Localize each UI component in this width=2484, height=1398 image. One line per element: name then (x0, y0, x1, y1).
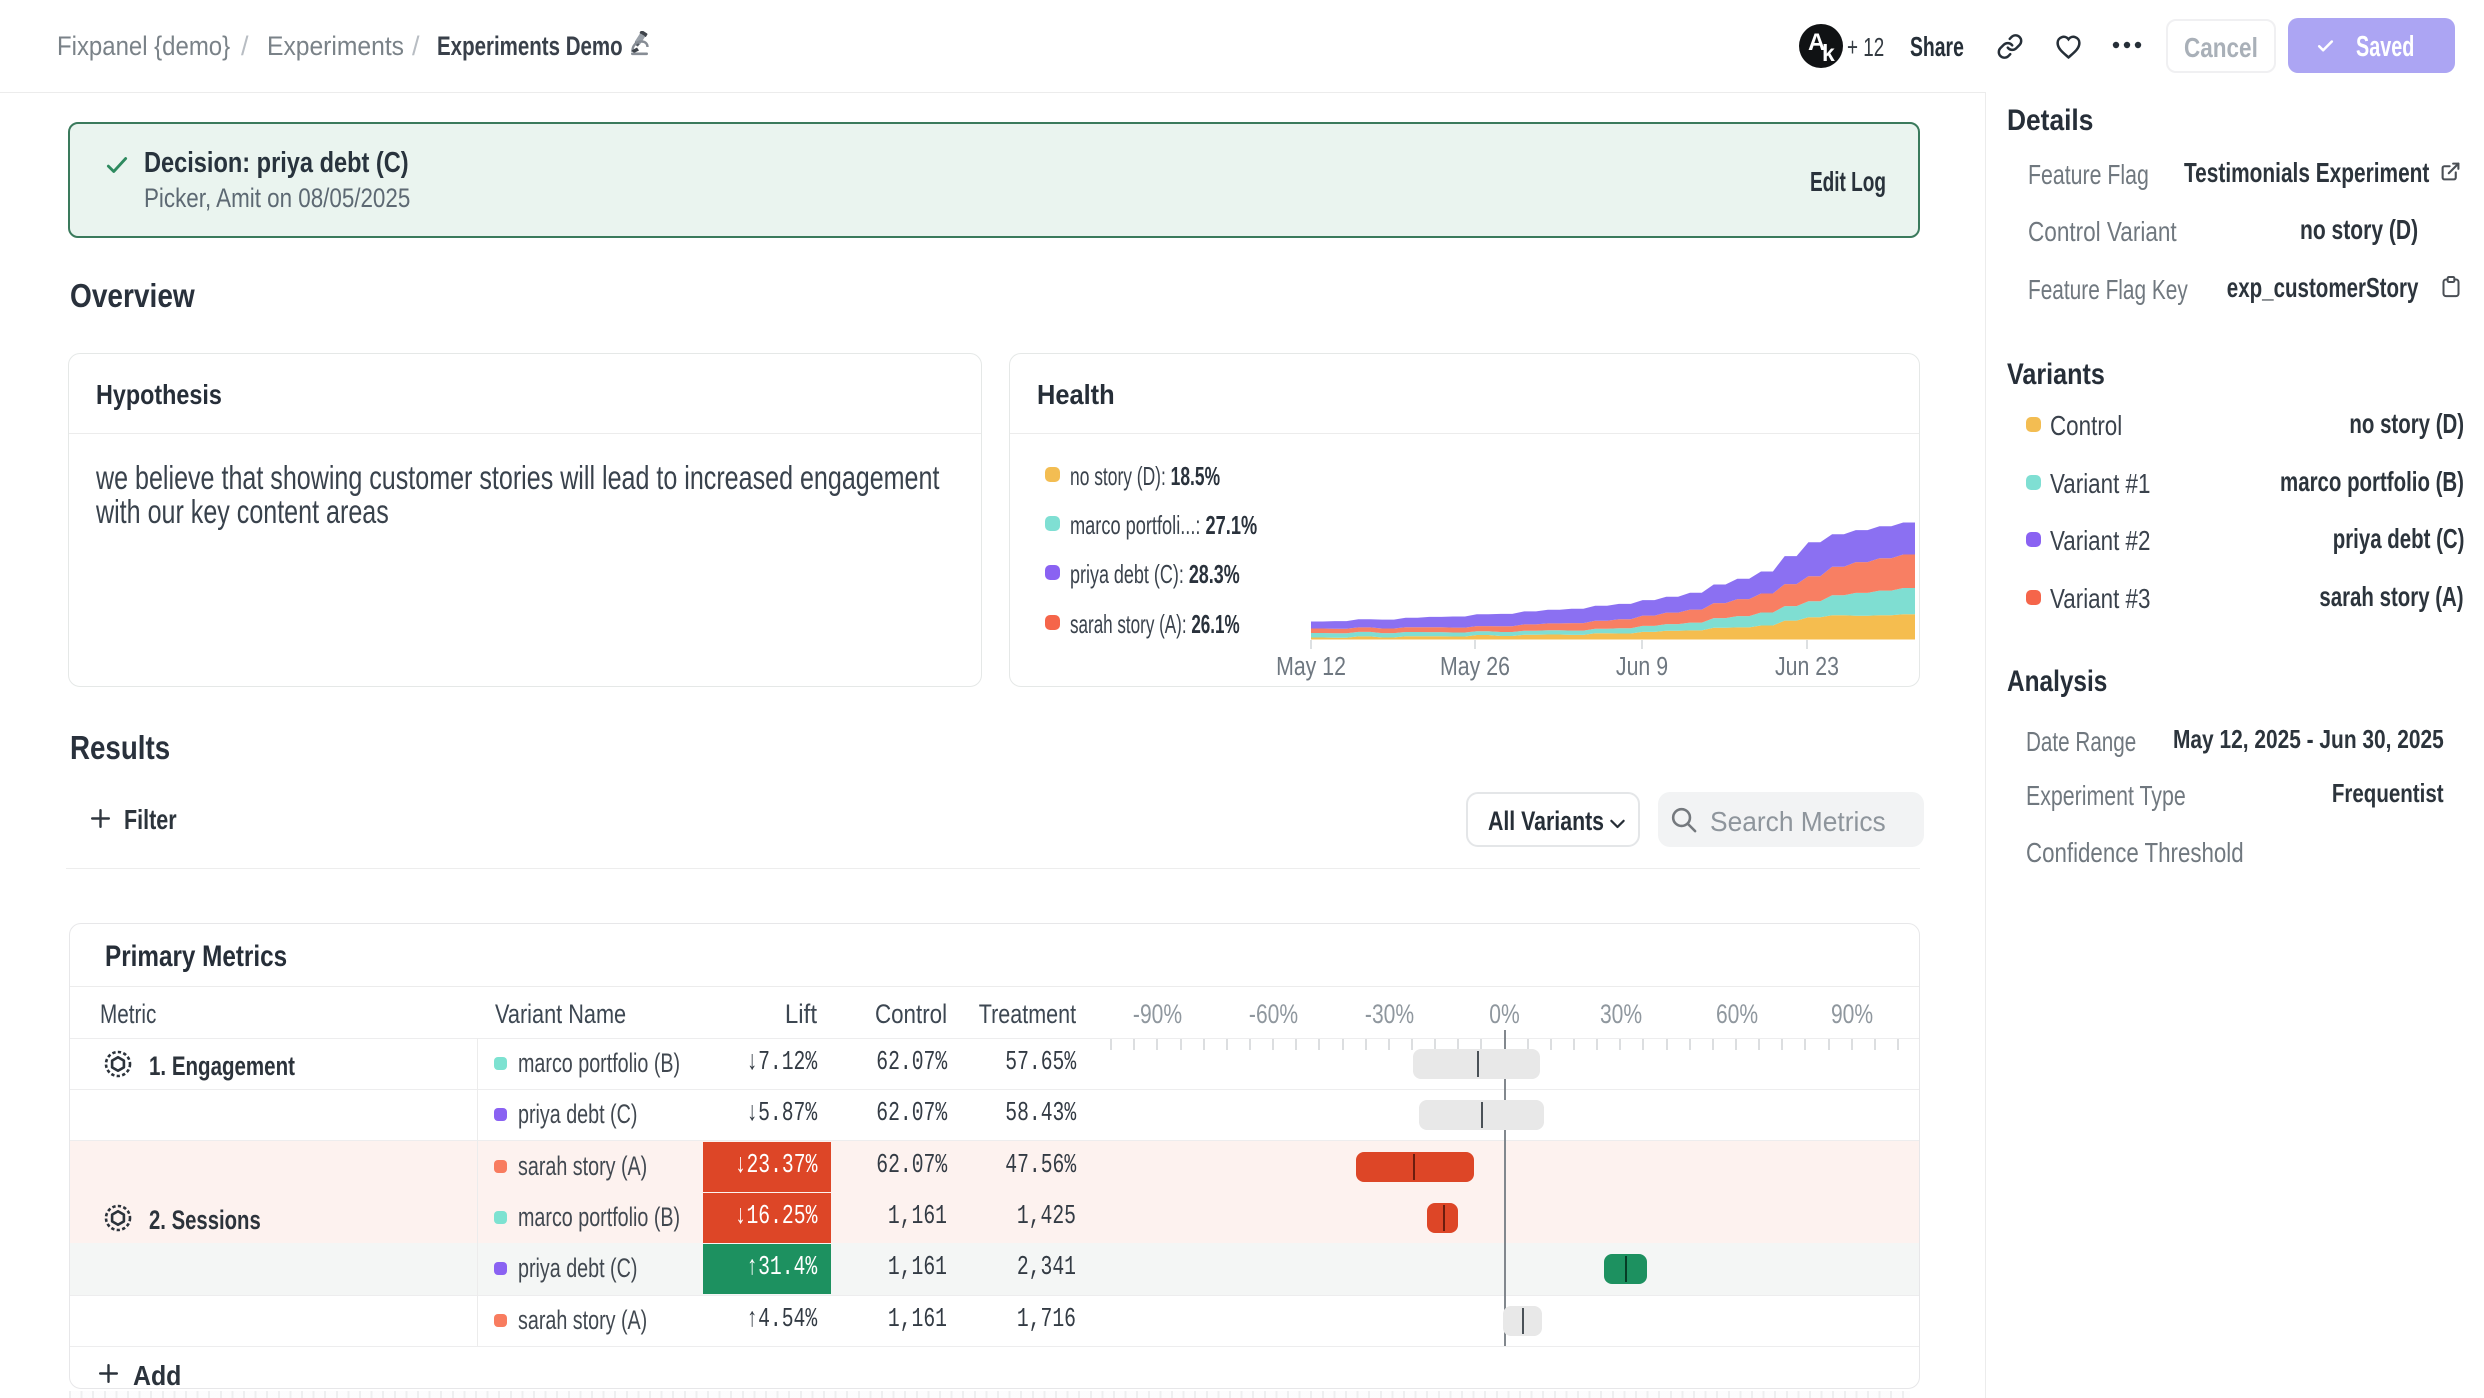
svg-text:Jun 9: Jun 9 (1616, 652, 1668, 682)
svg-text:May 26: May 26 (1440, 652, 1510, 682)
svg-text:May 12: May 12 (1276, 652, 1346, 682)
svg-text:Jun 23: Jun 23 (1775, 652, 1839, 682)
